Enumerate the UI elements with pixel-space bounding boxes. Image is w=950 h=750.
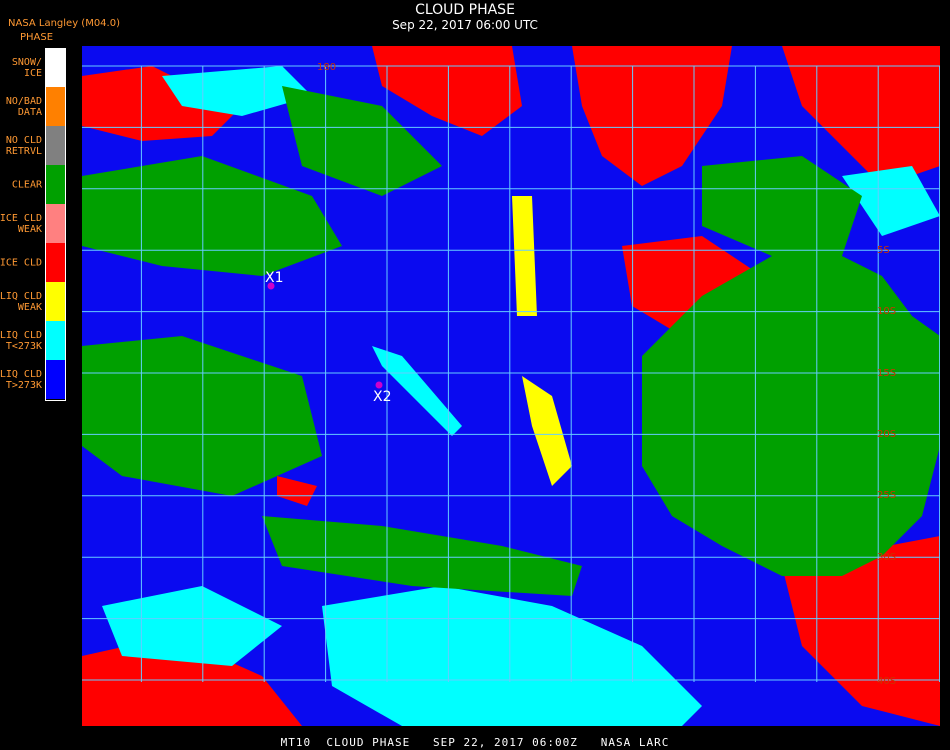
- legend-item: ICE CLD: [0, 243, 66, 282]
- weak-liquid-cloud-strip: [512, 196, 537, 316]
- marker-label: X2: [373, 389, 392, 405]
- liquid-cold-cloud-south: [322, 586, 702, 726]
- legend-swatch: [46, 204, 65, 243]
- legend-item: NO CLD RETRVL: [0, 126, 66, 165]
- ice-cloud-northeast: [572, 46, 732, 186]
- marker-dot[interactable]: [375, 381, 383, 389]
- weak-liquid-cloud-coast: [522, 376, 572, 486]
- legend-swatch: [46, 243, 65, 282]
- legend-item: NO/BAD DATA: [0, 87, 66, 126]
- legend-label: ICE CLD WEAK: [0, 212, 42, 235]
- legend-item: LIQ CLD T>273K: [0, 360, 66, 399]
- legend-swatch: [46, 321, 65, 360]
- marker-label: X1: [265, 270, 284, 286]
- cloud-phase-map[interactable]: 180 5S 10S 15S 20S 25S 30S 40S X1 X2: [82, 46, 940, 726]
- legend-label: ICE CLD: [0, 257, 42, 268]
- legend-swatch: [46, 360, 65, 399]
- legend-swatch: [46, 282, 65, 321]
- legend-label: SNOW/ ICE: [11, 56, 42, 79]
- legend-swatch: [46, 48, 65, 87]
- grid-label: 15S: [877, 368, 896, 379]
- legend-item: LIQ CLD WEAK: [0, 282, 66, 321]
- legend-label: NO CLD RETRVL: [5, 134, 42, 157]
- legend-swatch: [46, 126, 65, 165]
- map-canvas: 180 5S 10S 15S 20S 25S 30S 40S X1 X2: [82, 46, 940, 726]
- phase-legend: SNOW/ ICE NO/BAD DATA NO CLD RETRVL CLEAR IC…: [0, 48, 66, 399]
- legend-swatch: [46, 165, 65, 204]
- clear-sky-southwest: [82, 336, 322, 496]
- legend-label: LIQ CLD T<273K: [0, 329, 42, 352]
- legend-item: ICE CLD WEAK: [0, 204, 66, 243]
- legend-swatch: [46, 87, 65, 126]
- grid-label: 20S: [877, 429, 896, 440]
- grid-label: 25S: [877, 490, 896, 501]
- grid-label: 30S: [877, 552, 896, 563]
- legend-item: CLEAR: [0, 165, 66, 204]
- legend-label: LIQ CLD T>273K: [0, 368, 42, 391]
- producer-label: NASA Langley (M04.0): [8, 18, 120, 29]
- legend-item: LIQ CLD T<273K: [0, 321, 66, 360]
- legend-title: PHASE: [20, 32, 54, 43]
- grid-label: 10S: [877, 306, 896, 317]
- cloud-regions: [82, 46, 940, 726]
- ice-cloud-small: [277, 476, 317, 506]
- clear-sky-northeast: [702, 156, 862, 256]
- legend-label: LIQ CLD WEAK: [0, 290, 42, 313]
- grid-label: 180: [317, 62, 336, 73]
- clear-sky-west: [82, 156, 342, 276]
- footer-caption: MT10 CLOUD PHASE SEP 22, 2017 06:00Z NAS…: [280, 736, 670, 749]
- grid-label: 40S: [877, 676, 896, 687]
- legend-label: CLEAR: [11, 179, 42, 190]
- map-title: CLOUD PHASE: [415, 2, 515, 18]
- legend-item: SNOW/ ICE: [0, 48, 66, 87]
- legend-label: NO/BAD DATA: [5, 95, 42, 118]
- map-timestamp: Sep 22, 2017 06:00 UTC: [392, 18, 538, 32]
- grid-label: 5S: [877, 245, 890, 256]
- clear-sky-south: [262, 516, 582, 596]
- liquid-cold-cloud-southwest: [102, 586, 282, 666]
- title-block: CLOUD PHASE Sep 22, 2017 06:00 UTC: [380, 2, 550, 32]
